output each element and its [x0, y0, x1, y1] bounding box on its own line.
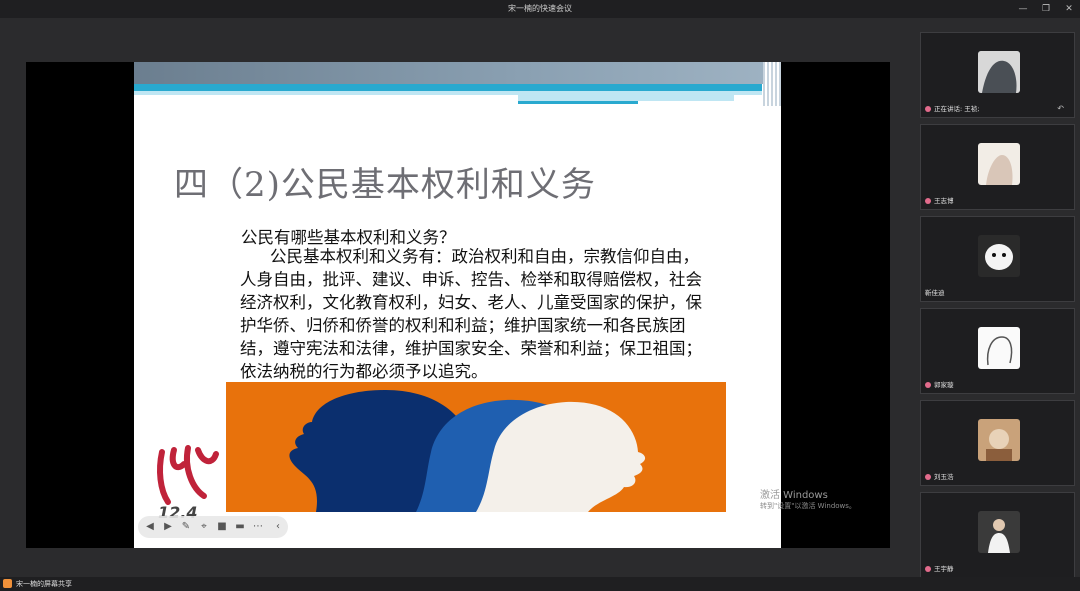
participant-name: 正在讲话: 王祯;	[925, 103, 979, 113]
two-heads-silhouette-icon	[289, 390, 646, 512]
avatar	[978, 419, 1020, 461]
slide-header-accent-line	[518, 101, 638, 104]
constitution-day-logo-icon: 12.4	[157, 445, 219, 522]
slide-control-toolbar: ◀ ▶ ✎ ⌖ ■ ▬ ⋯ ‹	[138, 516, 288, 538]
avatar	[978, 235, 1020, 277]
presentation-slide: 四（2)公民基本权利和义务 公民有哪些基本权利和义务？ 公民基本权利和义务有：政…	[134, 62, 781, 548]
slide-logo: 12.4	[154, 442, 224, 522]
participant-name: 郭家璇	[925, 379, 954, 389]
avatar-image-icon	[978, 327, 1020, 369]
slide-image-heads	[226, 382, 726, 512]
pen-icon[interactable]: ✎	[180, 521, 192, 533]
avatar-image-icon	[978, 419, 1020, 461]
minimize-button[interactable]: —	[1016, 2, 1030, 16]
slide-header-band	[134, 62, 781, 84]
collapse-icon[interactable]: ‹	[272, 521, 284, 533]
watermark-line2: 转到"设置"以激活 Windows。	[760, 502, 856, 510]
slide-answer-text: 公民基本权利和义务有：政治权利和自由，宗教信仰自由，人身自由，批评、建议、申诉、…	[240, 247, 702, 381]
speaking-icon	[925, 106, 931, 112]
avatar-image-icon	[978, 235, 1020, 277]
avatar	[978, 327, 1020, 369]
avatar-image-icon	[978, 51, 1020, 93]
slide-title: 四（2)公民基本权利和义务	[174, 165, 596, 205]
more-icon[interactable]: ⋯	[252, 521, 264, 533]
pointer-icon[interactable]: ⌖	[198, 521, 210, 533]
slide-header-stripe	[134, 84, 762, 91]
mic-icon	[925, 474, 931, 480]
participant-name: 靳佳迪	[925, 289, 945, 297]
mic-icon	[925, 566, 931, 572]
avatar-image-icon	[978, 143, 1020, 185]
screen-share-icon	[3, 579, 12, 588]
avatar-image-icon	[978, 511, 1020, 553]
participant-tile[interactable]: 王宇静	[920, 492, 1075, 578]
window-titlebar: 宋一楠的快速会议 — ❐ ✕	[0, 0, 1080, 18]
status-bar: 宋一楠的屏幕共享	[0, 577, 1080, 591]
prev-icon[interactable]: ◀	[144, 521, 156, 533]
windows-activation-watermark: 激活 Windows 转到"设置"以激活 Windows。	[760, 486, 856, 511]
mic-icon	[925, 382, 931, 388]
participant-name: 刘玉浩	[925, 471, 954, 481]
avatar	[978, 51, 1020, 93]
camera-icon[interactable]: ■	[216, 521, 228, 533]
avatar	[978, 143, 1020, 185]
participant-name: 王志博	[925, 195, 954, 205]
comment-icon[interactable]: ▬	[234, 521, 246, 533]
slide-header-texture	[763, 62, 781, 106]
close-button[interactable]: ✕	[1062, 2, 1076, 16]
restore-button[interactable]: ❐	[1039, 2, 1053, 16]
watermark-line1: 激活 Windows	[760, 490, 828, 501]
window-title: 宋一楠的快速会议	[508, 4, 572, 13]
participant-tile[interactable]: 正在讲话: 王祯; ↶	[920, 32, 1075, 118]
avatar	[978, 511, 1020, 553]
next-icon[interactable]: ▶	[162, 521, 174, 533]
reply-icon[interactable]: ↶	[1057, 104, 1064, 113]
participant-name: 王宇静	[925, 563, 954, 573]
participant-tile[interactable]: 刘玉浩	[920, 400, 1075, 486]
participant-tile[interactable]: 靳佳迪	[920, 216, 1075, 302]
participant-sidebar: 正在讲话: 王祯; ↶ 王志博 靳佳迪 郭家璇 刘玉浩 王宇静	[918, 28, 1078, 583]
participant-tile[interactable]: 王志博	[920, 124, 1075, 210]
mic-icon	[925, 198, 931, 204]
participant-tile[interactable]: 郭家璇	[920, 308, 1075, 394]
screen-share-label: 宋一楠的屏幕共享	[16, 580, 72, 588]
